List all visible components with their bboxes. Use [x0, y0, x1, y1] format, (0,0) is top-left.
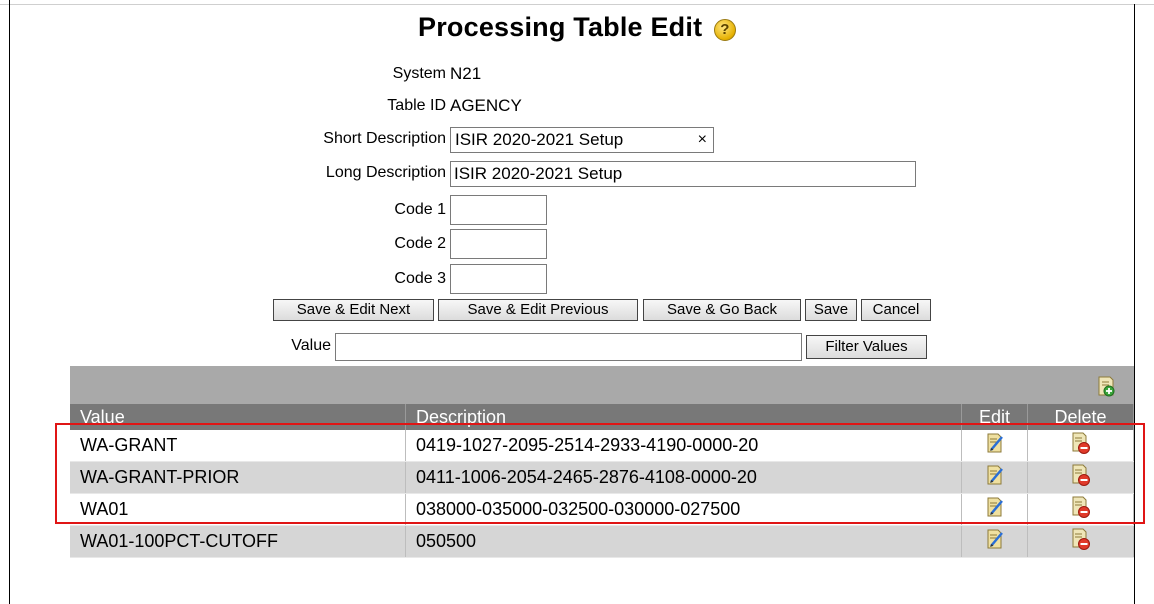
values-grid: Value Description Edit Delete WA-GRANT 0… — [70, 366, 1134, 604]
row-description: 038000-035000-032500-030000-027500 — [406, 494, 962, 525]
edit-cell — [962, 430, 1028, 461]
delete-cell — [1028, 494, 1134, 525]
short-description-label: Short Description — [323, 130, 446, 147]
filter-value-input[interactable] — [335, 333, 802, 361]
row-description: 0419-1027-2095-2514-2933-4190-0000-20 — [406, 430, 962, 461]
column-header-value[interactable]: Value — [70, 404, 406, 430]
save-go-back-button[interactable]: Save & Go Back — [643, 299, 801, 321]
code2-label: Code 2 — [394, 235, 446, 252]
grid-body: WA-GRANT 0419-1027-2095-2514-2933-4190-0… — [70, 430, 1134, 558]
table-row: WA01 038000-035000-032500-030000-027500 — [70, 494, 1134, 526]
edit-icon[interactable] — [986, 432, 1004, 459]
edit-cell — [962, 526, 1028, 557]
delete-icon[interactable] — [1071, 527, 1091, 556]
column-header-description[interactable]: Description — [406, 404, 962, 430]
delete-icon[interactable] — [1071, 495, 1091, 524]
row-description: 0411-1006-2054-2465-2876-4108-0000-20 — [406, 462, 962, 493]
edit-icon[interactable] — [986, 496, 1004, 523]
short-description-input[interactable]: ISIR 2020-2021 Setup × — [450, 127, 714, 153]
edit-cell — [962, 494, 1028, 525]
edit-icon[interactable] — [986, 528, 1004, 555]
grid-header: Value Description Edit Delete — [70, 404, 1134, 430]
system-value: N21 — [450, 64, 482, 83]
edit-icon[interactable] — [986, 464, 1004, 491]
delete-cell — [1028, 430, 1134, 461]
row-value: WA01-100PCT-CUTOFF — [70, 526, 406, 557]
long-description-label: Long Description — [325, 164, 446, 181]
page-title-text: Processing Table Edit — [418, 12, 703, 42]
code1-label: Code 1 — [394, 201, 446, 218]
row-value: WA01 — [70, 494, 406, 525]
page-left-border — [9, 0, 10, 604]
column-header-edit: Edit — [962, 404, 1028, 430]
page-right-border — [1134, 4, 1135, 604]
help-icon[interactable]: ? — [713, 19, 736, 41]
edit-cell — [962, 462, 1028, 493]
delete-cell — [1028, 462, 1134, 493]
save-edit-next-button[interactable]: Save & Edit Next — [273, 299, 434, 321]
long-description-input[interactable] — [450, 161, 916, 187]
filter-values-button[interactable]: Filter Values — [806, 335, 927, 359]
page-top-border — [0, 4, 1154, 5]
table-row: WA-GRANT-PRIOR 0411-1006-2054-2465-2876-… — [70, 462, 1134, 494]
code3-label: Code 3 — [394, 270, 446, 287]
row-value: WA-GRANT-PRIOR — [70, 462, 406, 493]
delete-icon[interactable] — [1071, 463, 1091, 492]
short-description-value: ISIR 2020-2021 Setup — [455, 130, 624, 149]
page-title: Processing Table Edit ? — [0, 12, 1154, 43]
code1-input[interactable] — [450, 195, 547, 225]
save-edit-previous-button[interactable]: Save & Edit Previous — [438, 299, 638, 321]
table-id-value: AGENCY — [450, 96, 522, 115]
save-button[interactable]: Save — [805, 299, 857, 321]
row-description: 050500 — [406, 526, 962, 557]
column-header-delete: Delete — [1028, 404, 1134, 430]
filter-value-label: Value — [291, 337, 331, 354]
code3-input[interactable] — [450, 264, 547, 294]
add-row-icon[interactable] — [1096, 374, 1116, 398]
delete-cell — [1028, 526, 1134, 557]
cancel-button[interactable]: Cancel — [861, 299, 931, 321]
table-row: WA-GRANT 0419-1027-2095-2514-2933-4190-0… — [70, 430, 1134, 462]
table-row: WA01-100PCT-CUTOFF 050500 — [70, 526, 1134, 558]
system-label: System — [392, 65, 446, 82]
code2-input[interactable] — [450, 229, 547, 259]
row-value: WA-GRANT — [70, 430, 406, 461]
clear-icon[interactable]: × — [698, 131, 707, 149]
delete-icon[interactable] — [1071, 431, 1091, 460]
grid-toolbar — [70, 366, 1134, 404]
table-id-label: Table ID — [387, 97, 446, 114]
